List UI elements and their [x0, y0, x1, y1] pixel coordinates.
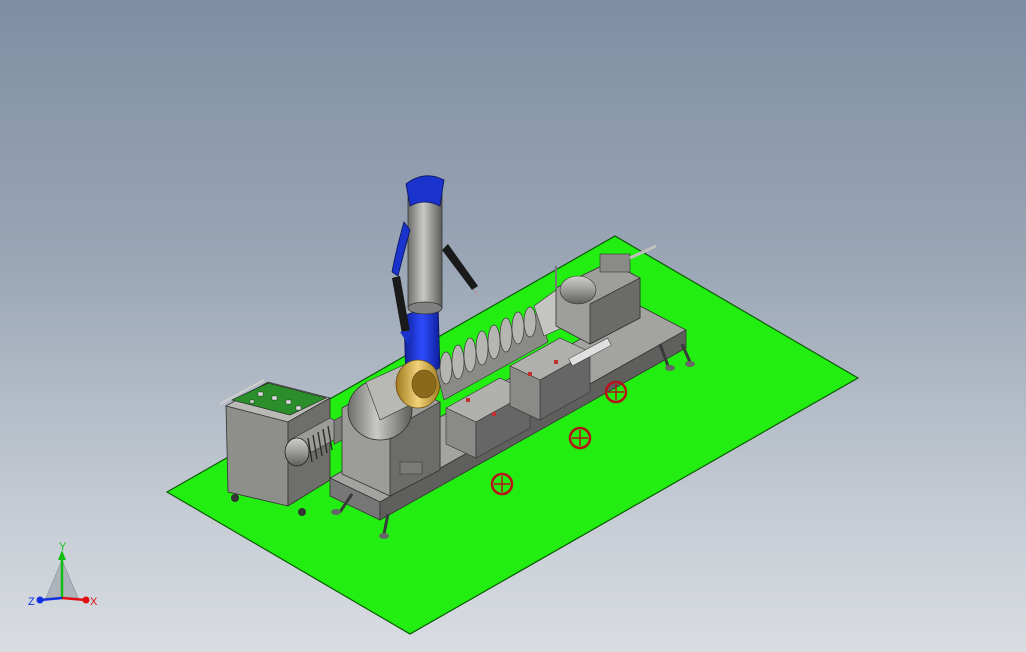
x-axis-knob-icon [82, 596, 90, 604]
z-axis-knob-icon [36, 596, 44, 604]
orientation-triad[interactable]: Y X Z [24, 538, 104, 614]
z-axis-label: Z [28, 596, 35, 608]
x-axis-line [61, 596, 87, 602]
cad-viewport[interactable] [0, 0, 1026, 652]
x-axis-label: X [90, 596, 98, 608]
y-axis-label: Y [59, 541, 67, 553]
assembly-model[interactable] [0, 0, 1026, 652]
gold-coupling-ring [395, 359, 441, 409]
